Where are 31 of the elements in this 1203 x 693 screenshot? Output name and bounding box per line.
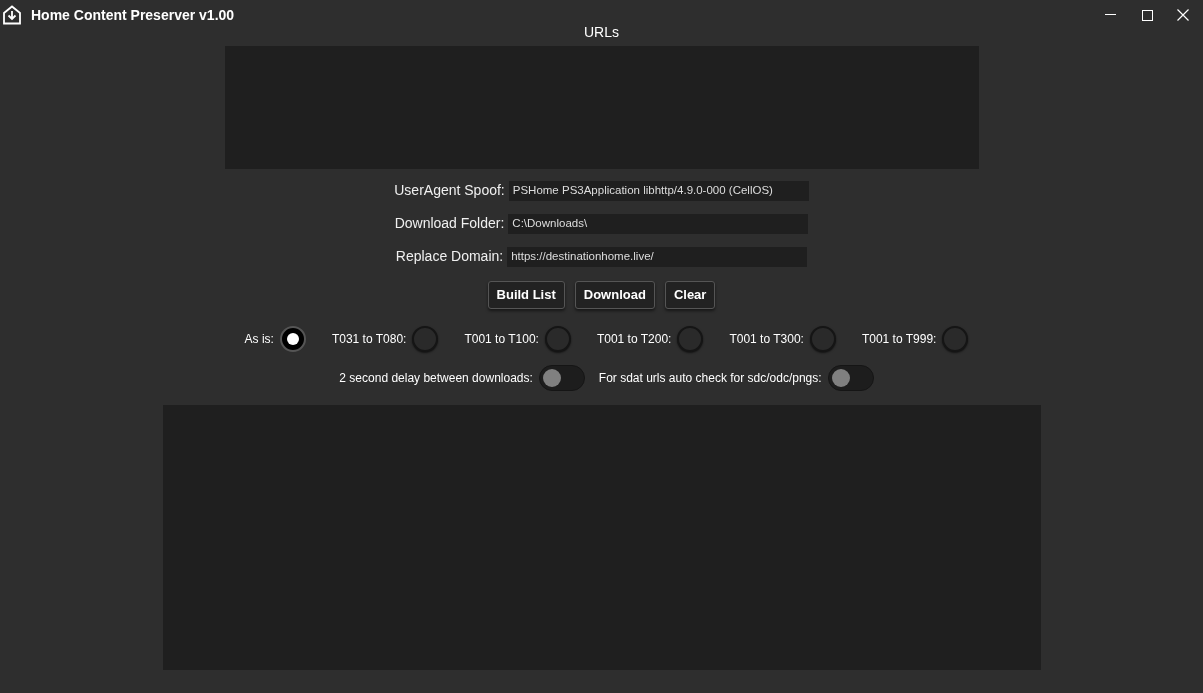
toggle-label: 2 second delay between downloads: [339, 370, 533, 387]
radio-label: As is: [244, 331, 274, 348]
radio-button[interactable] [412, 326, 439, 352]
maximize-icon[interactable] [1142, 9, 1153, 21]
field-label: Replace Domain: [395, 247, 504, 266]
text-field[interactable]: https://destinationhome.live/ [507, 246, 808, 267]
action-button[interactable]: Download [574, 281, 655, 309]
toggle-switch[interactable] [538, 365, 585, 391]
radio-label: T001 to T200: [596, 331, 672, 348]
radio-label: T001 to T999: [861, 331, 937, 348]
minimize-icon[interactable] [1105, 14, 1116, 16]
action-button[interactable]: Clear [664, 281, 716, 309]
radio-button[interactable] [279, 326, 306, 352]
radio-button[interactable] [809, 326, 836, 352]
toggle-switch[interactable] [827, 365, 874, 391]
radio-label: T031 to T080: [331, 331, 407, 348]
close-icon[interactable] [1177, 9, 1189, 21]
field-label: UserAgent Spoof: [394, 181, 505, 200]
radio-label: T001 to T300: [729, 331, 804, 348]
download-home-icon [2, 5, 22, 25]
action-button[interactable]: Build List [487, 281, 565, 309]
radio-button[interactable] [677, 326, 704, 352]
window-title: Home Content Preserver v1.00 [31, 5, 235, 25]
radio-button[interactable] [942, 326, 969, 352]
urls-label: URLs [584, 23, 619, 42]
toggle-label: For sdat urls auto check for sdc/odc/pngs: [598, 370, 822, 387]
field-label: Download Folder: [394, 214, 505, 233]
radio-button[interactable] [544, 326, 571, 352]
radio-label: T001 to T100: [464, 331, 539, 348]
text-field[interactable]: C:\Downloads\ [508, 213, 809, 234]
text-field[interactable]: PSHome PS3Application libhttp/4.9.0-000 (CellOS) [508, 180, 809, 201]
